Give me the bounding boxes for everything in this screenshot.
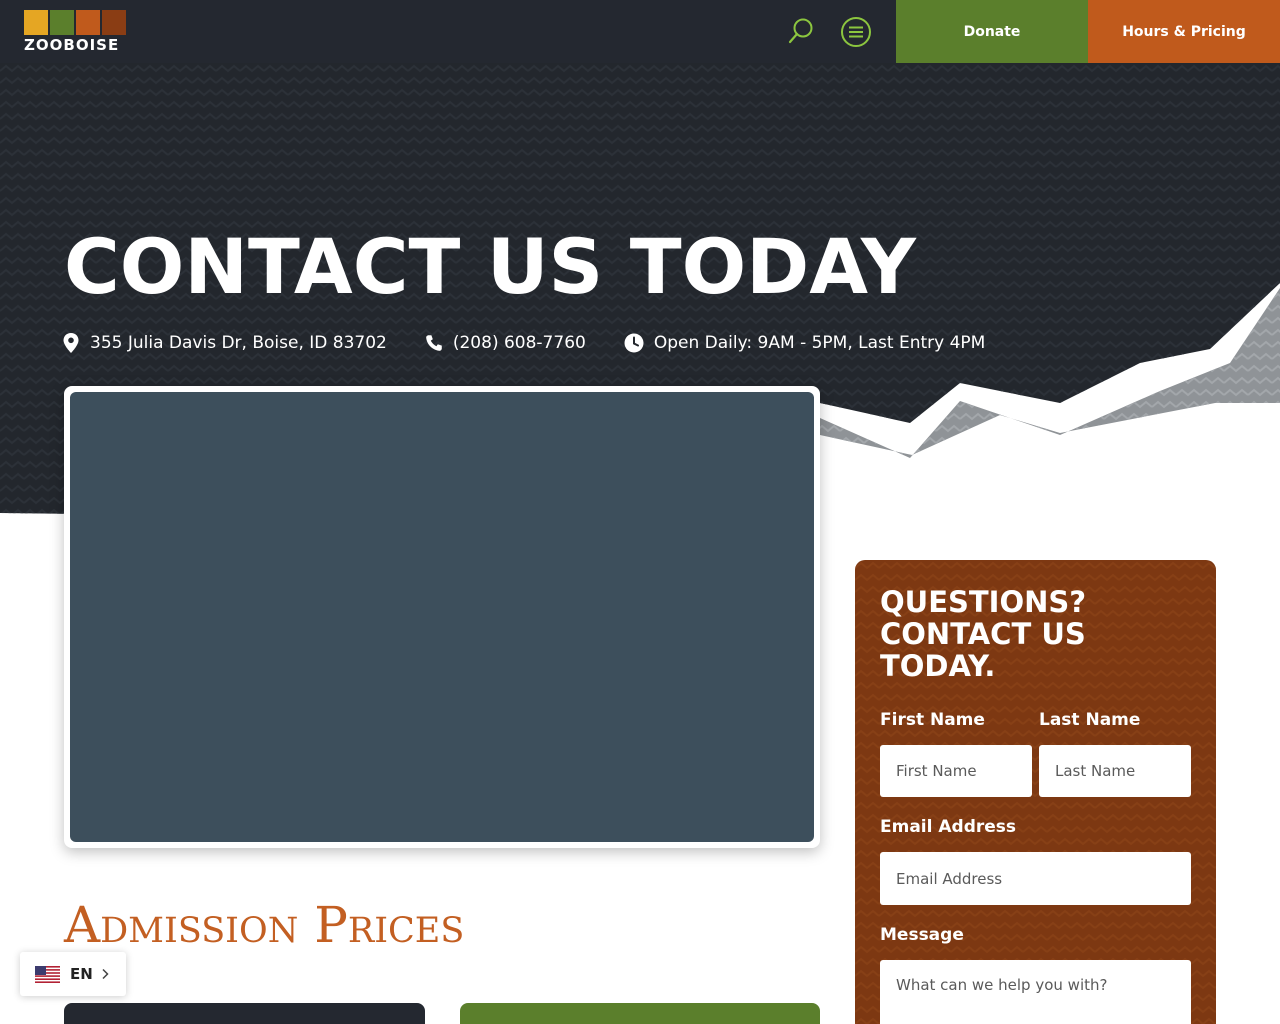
hamburger-menu-icon — [841, 17, 871, 47]
us-flag-icon — [35, 965, 60, 983]
admission-card-dark — [64, 1003, 425, 1024]
donate-button[interactable]: Donate — [896, 0, 1088, 63]
form-title: QUESTIONS? CONTACT US TODAY. — [880, 585, 1087, 683]
language-switcher[interactable]: EN — [20, 952, 126, 996]
search-button[interactable] — [786, 16, 816, 46]
admission-card-green — [460, 1003, 820, 1024]
email-input[interactable] — [880, 852, 1191, 905]
first-name-input[interactable] — [880, 745, 1032, 797]
contact-info-row: 355 Julia Davis Dr, Boise, ID 83702 (208… — [62, 330, 1023, 356]
message-label: Message — [880, 925, 964, 945]
phone-icon — [426, 335, 442, 351]
map-embed-frame — [64, 386, 820, 848]
site-header: ZOOBOISE Donate Hours & Pricing — [0, 0, 1280, 63]
logo-animal-tiles — [24, 10, 126, 35]
phone-item[interactable]: (208) 608-7760 — [425, 333, 586, 353]
page-title: CONTACT US TODAY — [64, 222, 916, 311]
hours-text: Open Daily: 9AM - 5PM, Last Entry 4PM — [653, 333, 986, 353]
logo-text: ZOOBOISE — [24, 36, 120, 54]
last-name-input[interactable] — [1039, 745, 1191, 797]
last-name-label: Last Name — [1039, 710, 1141, 730]
email-label: Email Address — [880, 817, 1017, 837]
first-name-label: First Name — [880, 710, 985, 730]
search-icon — [788, 18, 813, 44]
chevron-right-icon — [102, 968, 109, 980]
message-textarea[interactable] — [880, 960, 1191, 1024]
clock-icon — [624, 333, 644, 353]
phone-text: (208) 608-7760 — [452, 333, 586, 353]
map-pin-icon — [63, 333, 79, 353]
address-item: 355 Julia Davis Dr, Boise, ID 83702 — [62, 332, 387, 354]
hours-item: Open Daily: 9AM - 5PM, Last Entry 4PM — [624, 333, 986, 353]
address-text: 355 Julia Davis Dr, Boise, ID 83702 — [90, 333, 387, 353]
hours-pricing-button[interactable]: Hours & Pricing — [1088, 0, 1280, 63]
language-code: EN — [70, 965, 93, 983]
menu-button[interactable] — [840, 16, 872, 48]
zoo-boise-logo[interactable]: ZOOBOISE — [24, 10, 126, 54]
contact-form-panel: QUESTIONS? CONTACT US TODAY. First Name … — [855, 560, 1216, 1024]
admission-prices-heading: Admission Prices — [64, 896, 465, 954]
map-embed[interactable] — [70, 392, 814, 842]
